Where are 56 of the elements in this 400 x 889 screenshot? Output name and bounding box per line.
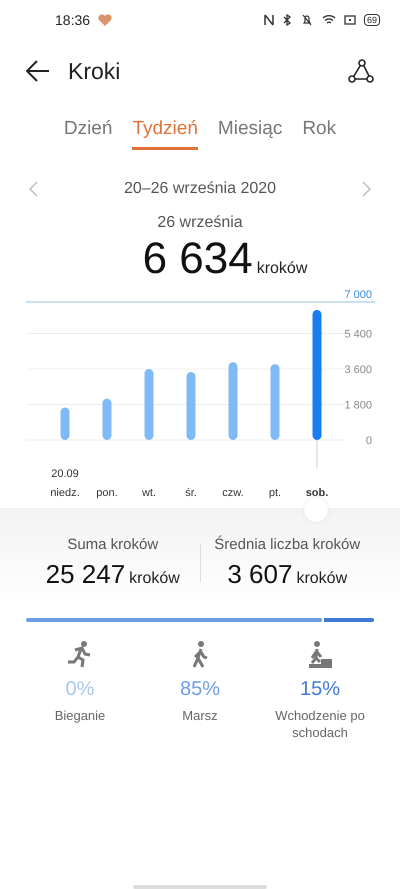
heart-rate-icon bbox=[98, 14, 112, 26]
activity-percent: 85% bbox=[180, 678, 220, 701]
y-tick-label: 1 800 bbox=[344, 400, 372, 412]
screen-icon bbox=[344, 14, 356, 26]
day-label: śr. bbox=[185, 487, 197, 499]
stairs-climber-icon bbox=[307, 640, 333, 668]
day-label: niedz. bbox=[50, 487, 80, 499]
day-label: pt. bbox=[268, 487, 282, 499]
mute-icon bbox=[300, 14, 314, 26]
day-label: pon. bbox=[96, 487, 118, 499]
summary-value: 25 247 bbox=[46, 559, 126, 590]
activity-label: Bieganie bbox=[54, 707, 106, 724]
day-label: wt. bbox=[142, 487, 156, 499]
bar[interactable] bbox=[312, 310, 322, 440]
share-icon[interactable] bbox=[348, 59, 374, 83]
bar[interactable] bbox=[186, 372, 196, 440]
summary-label: Suma kroków bbox=[67, 536, 158, 553]
y-tick-label: 0 bbox=[366, 435, 372, 447]
runner-icon bbox=[67, 640, 93, 668]
activity-percent: 0% bbox=[66, 678, 94, 701]
y-tick-label: 3 600 bbox=[344, 364, 372, 376]
summary-label: Średnia liczba kroków bbox=[214, 536, 360, 553]
date-label: 20.09 bbox=[51, 468, 79, 480]
bluetooth-icon bbox=[282, 14, 292, 26]
nfc-icon bbox=[264, 14, 274, 26]
walker-icon bbox=[190, 640, 210, 668]
bar[interactable] bbox=[228, 362, 238, 440]
activity-percent: 15% bbox=[300, 678, 340, 701]
period-tab[interactable]: Tydzień bbox=[132, 110, 198, 150]
unit-label: kroków bbox=[296, 570, 348, 588]
previous-icon[interactable] bbox=[28, 181, 38, 197]
selected-date: 26 września bbox=[156, 214, 244, 232]
period-tab[interactable]: Rok bbox=[302, 110, 336, 150]
next-icon[interactable] bbox=[362, 181, 372, 197]
clock: 18:36 bbox=[55, 12, 90, 28]
summary-value: 3 607 bbox=[227, 559, 292, 590]
y-tick-label: 5 400 bbox=[344, 328, 372, 341]
day-label: sob. bbox=[306, 487, 328, 499]
wifi-icon bbox=[322, 14, 336, 26]
bar[interactable] bbox=[144, 369, 154, 440]
step-count: 6 634 bbox=[142, 234, 253, 284]
bar[interactable] bbox=[60, 407, 70, 440]
unit-label: kroków bbox=[256, 260, 308, 278]
unit-label: kroków bbox=[129, 570, 180, 588]
bar[interactable] bbox=[102, 398, 112, 440]
period-tab[interactable]: Dzień bbox=[64, 110, 112, 150]
day-label: czw. bbox=[222, 487, 244, 499]
bar[interactable] bbox=[270, 364, 280, 440]
period-label: 20–26 września 2020 bbox=[124, 180, 276, 198]
period-tab[interactable]: Miesiąc bbox=[218, 110, 282, 150]
back-arrow-icon[interactable] bbox=[26, 60, 50, 82]
battery-indicator: 69 bbox=[364, 14, 380, 26]
y-tick-label: 7 000 bbox=[344, 290, 372, 301]
activity-label: Marsz bbox=[181, 707, 219, 724]
page-title: Kroki bbox=[68, 58, 122, 84]
activity-label: Wchodzenie po schodach bbox=[274, 707, 366, 741]
